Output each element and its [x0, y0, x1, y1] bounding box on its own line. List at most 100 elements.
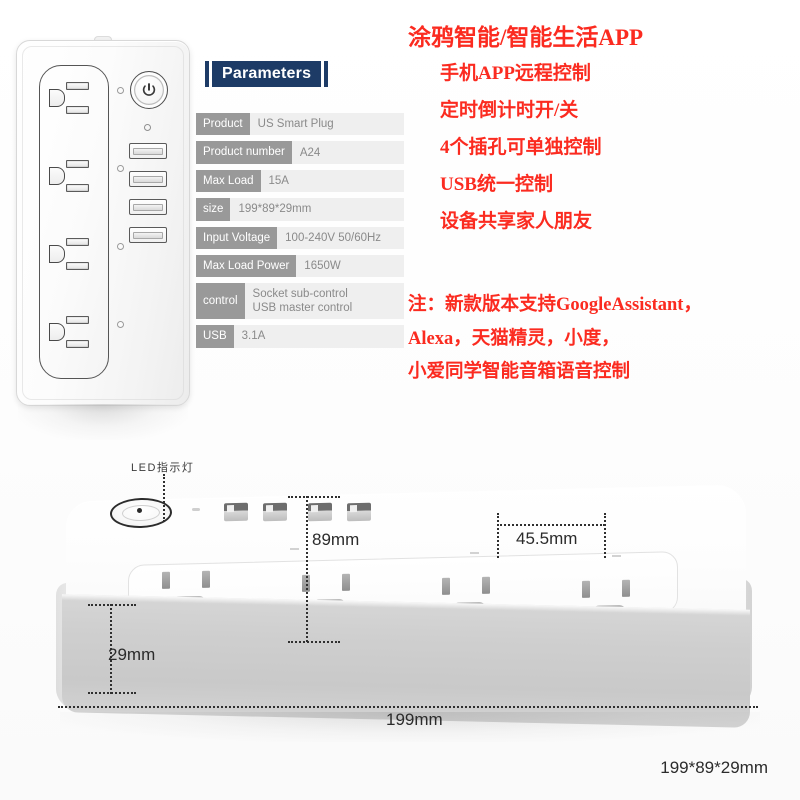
- table-row: control Socket sub-control USB master co…: [196, 283, 404, 320]
- outlet-blade-line: [482, 576, 490, 594]
- param-key: Product number: [196, 141, 292, 164]
- led-indicator: [137, 508, 142, 513]
- panel-mark: [192, 508, 200, 511]
- outlet-ground-slot: [49, 89, 65, 107]
- outlet-blade-neutral: [66, 160, 89, 168]
- outlet-indicator-led: [117, 87, 124, 94]
- us-outlet: [40, 146, 108, 224]
- usb-port: [263, 502, 287, 522]
- feature-item: 手机APP远程控制: [440, 63, 591, 84]
- outlet-ground-slot: [49, 245, 65, 263]
- outlet-blade-line: [66, 106, 89, 114]
- depth-dim-top-tick: [288, 496, 340, 498]
- spacing-dim-right-tick: [604, 513, 606, 558]
- outlet-indicator-led: [117, 243, 124, 250]
- outlet-ground-slot: [49, 167, 65, 185]
- strip-body: [16, 40, 190, 406]
- led-callout-label: LED指示灯: [131, 462, 195, 474]
- outlet-blade-neutral: [442, 577, 450, 595]
- outlet-blade-line: [342, 573, 350, 591]
- table-row: USB 3.1A: [196, 325, 404, 348]
- outlet-blade-line: [66, 340, 89, 348]
- led-callout-leader: [163, 474, 165, 522]
- param-key: Max Load Power: [196, 254, 297, 278]
- panel-mark: [470, 552, 479, 554]
- usb-port: [129, 227, 167, 243]
- param-value: 15A: [260, 169, 404, 193]
- header-accent-bar-left: [205, 61, 209, 87]
- table-row: Max Load 15A: [196, 169, 404, 193]
- depth-dim-line: [306, 496, 308, 642]
- outlet-blade-line: [202, 570, 210, 588]
- power-button-icon: [130, 71, 168, 109]
- feature-item: 定时倒计时开/关: [440, 100, 579, 121]
- spacing-dim-line: [497, 524, 605, 526]
- param-value: 199*89*29mm: [230, 198, 404, 221]
- dimension-width-label: 199mm: [386, 710, 443, 729]
- outlet-blade-neutral: [66, 238, 89, 246]
- param-value: 1650W: [296, 254, 404, 278]
- outlet-blade-neutral: [582, 580, 590, 598]
- marketing-note: 注：新款版本支持GoogleAssistant， Alexa，天猫精灵，小度， …: [408, 296, 800, 397]
- marketing-feature-list: 手机APP远程控制 定时倒计时开/关 4个插孔可单独控制 USB统一控制 设备共…: [440, 64, 790, 249]
- us-outlet: [40, 68, 108, 146]
- outlet-blade-line: [66, 262, 89, 270]
- usb-port: [129, 171, 167, 187]
- feature-item: 设备共享家人朋友: [440, 211, 593, 232]
- power-symbol-icon: [142, 83, 156, 96]
- param-key: control: [196, 283, 245, 320]
- outlet-blade-line: [622, 579, 630, 597]
- param-key: Max Load: [196, 169, 261, 193]
- outlet-blade-line: [66, 184, 89, 192]
- table-row: size 199*89*29mm: [196, 198, 404, 221]
- note-line: 注：新款版本支持GoogleAssistant，: [408, 295, 702, 315]
- product-infographic-page: Parameters Product US Smart Plug Product…: [0, 0, 800, 800]
- note-line: Alexa，天猫精灵，小度，: [408, 328, 620, 349]
- outlet-blade-neutral: [66, 316, 89, 324]
- param-value: 100-240V 50/60Hz: [277, 226, 404, 249]
- dimension-height-label: 29mm: [108, 645, 156, 664]
- param-value: A24: [291, 141, 404, 164]
- table-row: Product US Smart Plug: [196, 113, 404, 136]
- us-outlet: [40, 224, 108, 302]
- usb-port: [129, 143, 167, 159]
- product-photo-vertical: [8, 36, 194, 440]
- parameters-table: Product US Smart Plug Product number A24…: [196, 113, 404, 354]
- outlet-indicator-led: [117, 321, 124, 328]
- table-row: Max Load Power 1650W: [196, 254, 404, 278]
- outlet-indicator-led: [117, 165, 124, 172]
- outlet-track: [39, 65, 109, 379]
- table-row: Product number A24: [196, 141, 404, 164]
- param-key: Input Voltage: [196, 226, 278, 249]
- outlet-ground-slot: [49, 323, 65, 341]
- power-button-ring: [122, 504, 160, 522]
- feature-item: 4个插孔可单独控制: [440, 137, 602, 158]
- status-led: [144, 124, 151, 131]
- note-line: 小爱同学智能音箱语音控制: [408, 362, 631, 382]
- parameters-header: Parameters: [205, 61, 329, 87]
- overall-size-label: 199*89*29mm: [660, 758, 768, 777]
- feature-item: USB统一控制: [440, 174, 553, 195]
- usb-port: [347, 502, 371, 522]
- spacing-dim-left-tick: [497, 513, 499, 558]
- usb-port: [224, 502, 248, 522]
- param-key: USB: [196, 325, 234, 348]
- parameters-title: Parameters: [212, 61, 322, 87]
- table-row: Input Voltage 100-240V 50/60Hz: [196, 226, 404, 249]
- outlet-blade-neutral: [162, 571, 170, 589]
- dimension-spacing-label: 45.5mm: [516, 529, 578, 548]
- panel-mark: [612, 555, 621, 557]
- panel-mark: [290, 548, 299, 550]
- us-outlet: [40, 302, 108, 380]
- param-value: Socket sub-control USB master control: [244, 283, 404, 320]
- height-dim-top-tick: [88, 604, 136, 606]
- outlet-blade-neutral: [66, 82, 89, 90]
- param-key: Product: [196, 113, 250, 136]
- height-dim-bottom-tick: [88, 692, 136, 694]
- product-photo-hero: [0, 430, 800, 800]
- usb-port: [308, 502, 332, 522]
- width-dim-line: [58, 706, 758, 708]
- dimension-depth-label: 89mm: [312, 530, 360, 549]
- header-accent-bar-right: [324, 61, 329, 87]
- param-key: size: [196, 198, 231, 221]
